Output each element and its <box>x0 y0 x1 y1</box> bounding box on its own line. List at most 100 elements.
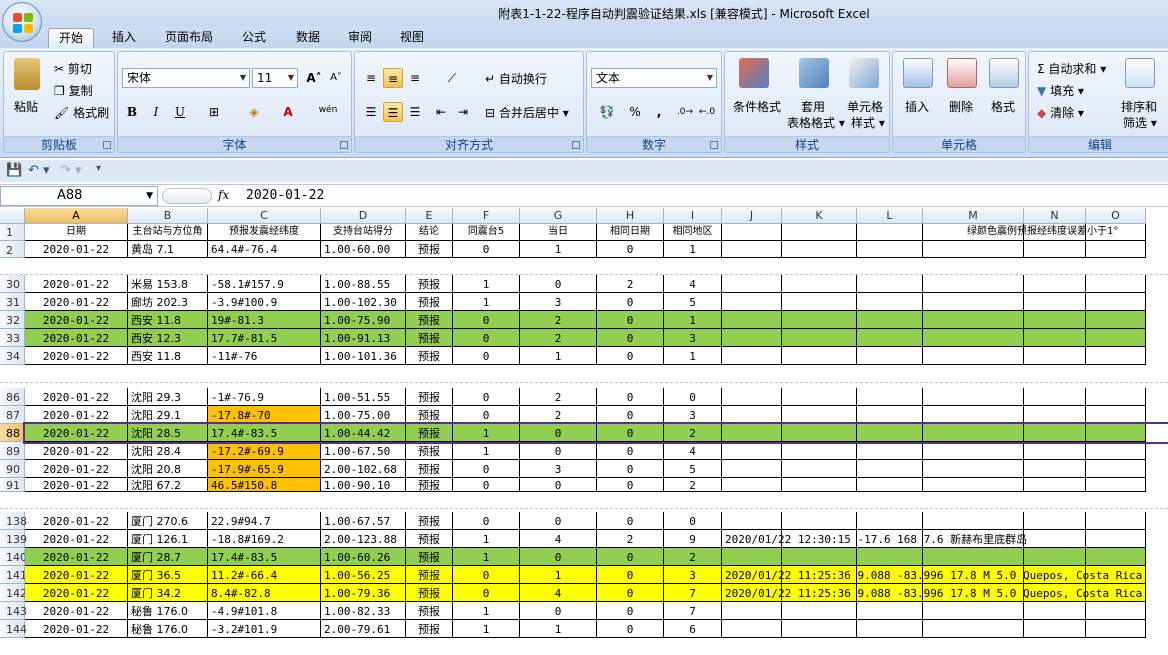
cell-f[interactable]: 1 <box>453 424 520 442</box>
cell-g[interactable]: 0 <box>520 275 597 293</box>
format-cells-button[interactable]: 格式 <box>991 98 1015 115</box>
cell-h[interactable]: 0 <box>597 424 664 442</box>
row-header[interactable]: 140 <box>0 548 27 566</box>
cell-n[interactable] <box>1024 548 1086 566</box>
row-header[interactable]: 2 <box>0 241 25 258</box>
cell-h[interactable]: 0 <box>597 584 664 602</box>
row-header[interactable]: 88 <box>0 424 25 442</box>
column-header-g[interactable]: G <box>520 208 597 224</box>
cell-d[interactable]: 1.00-44.42 <box>321 424 406 442</box>
cell-d[interactable]: 1.00-60.26 <box>321 548 406 566</box>
cell-a[interactable]: 2020-01-22 <box>25 424 128 442</box>
decrease-decimal-icon[interactable]: ←.0 <box>697 102 717 122</box>
align-middle-icon[interactable]: ≡ <box>383 68 403 88</box>
cell-o[interactable] <box>1086 548 1146 566</box>
cell-h[interactable]: 0 <box>597 442 664 460</box>
cell-n[interactable] <box>1024 388 1086 406</box>
tab-formulas[interactable]: 公式 <box>232 28 276 48</box>
cell-d[interactable]: 1.00-79.36 <box>321 584 406 602</box>
cell-g[interactable]: 0 <box>520 442 597 460</box>
cell-o[interactable] <box>1086 275 1146 293</box>
header-cell-i[interactable]: 相同地区 <box>664 224 722 241</box>
formula-input[interactable]: 2020-01-22 <box>246 188 324 203</box>
cell-g[interactable]: 0 <box>520 512 597 530</box>
cell-e[interactable]: 预报 <box>406 566 453 584</box>
cell-j[interactable] <box>722 460 782 478</box>
name-box[interactable]: A88 ▼ <box>0 186 158 206</box>
cell-m[interactable] <box>923 311 1024 329</box>
cell-f[interactable]: 1 <box>453 548 520 566</box>
cell-g[interactable]: 2 <box>520 406 597 424</box>
cell-b[interactable]: 厦门 126.1 <box>128 530 208 548</box>
cell-k[interactable] <box>782 548 857 566</box>
cell-k[interactable] <box>782 442 857 460</box>
cell-l[interactable] <box>857 388 923 406</box>
row-header[interactable]: 143 <box>0 602 27 620</box>
cell-g[interactable]: 2 <box>520 311 597 329</box>
row-header[interactable]: 32 <box>0 311 25 329</box>
cell-l[interactable] <box>857 311 923 329</box>
cell-f[interactable]: 0 <box>453 241 520 258</box>
row-header[interactable]: 138 <box>0 512 27 530</box>
cell-a[interactable]: 2020-01-22 <box>25 530 128 548</box>
cell-a[interactable]: 2020-01-22 <box>25 406 128 424</box>
cell-n[interactable] <box>1024 478 1086 492</box>
cell-i[interactable]: 9 <box>664 530 722 548</box>
cell-m[interactable] <box>923 424 1024 442</box>
cell-e[interactable]: 预报 <box>406 388 453 406</box>
cell-j[interactable] <box>722 241 782 258</box>
cell-e[interactable]: 预报 <box>406 602 453 620</box>
cell-f[interactable]: 0 <box>453 347 520 365</box>
cell-o[interactable] <box>1086 424 1146 442</box>
cell-a[interactable]: 2020-01-22 <box>25 512 128 530</box>
cell-c[interactable]: 46.5#150.8 <box>208 478 321 492</box>
cell-h[interactable]: 0 <box>597 347 664 365</box>
cell-h[interactable]: 0 <box>597 311 664 329</box>
cell-e[interactable]: 预报 <box>406 512 453 530</box>
column-header-e[interactable]: E <box>406 208 453 224</box>
cell-i[interactable]: 0 <box>664 512 722 530</box>
cell-h[interactable]: 0 <box>597 388 664 406</box>
header-cell-h[interactable]: 相同日期 <box>597 224 664 241</box>
cell-d[interactable]: 2.00-79.61 <box>321 620 406 638</box>
cell-b[interactable]: 廊坊 202.3 <box>128 293 208 311</box>
cell-j[interactable] <box>722 424 782 442</box>
cell-c[interactable]: -58.1#157.9 <box>208 275 321 293</box>
cell-i[interactable]: 5 <box>664 293 722 311</box>
tab-home[interactable]: 开始 <box>48 28 94 48</box>
cell-a[interactable]: 2020-01-22 <box>25 329 128 347</box>
cell-n[interactable] <box>1024 424 1086 442</box>
row-header[interactable]: 86 <box>0 388 25 406</box>
orientation-icon[interactable]: ⟋ <box>437 68 467 88</box>
cell-h[interactable]: 0 <box>597 406 664 424</box>
cell-l[interactable] <box>857 275 923 293</box>
cell-l[interactable] <box>857 548 923 566</box>
font-color-icon[interactable]: A <box>278 102 298 122</box>
cell-f[interactable]: 1 <box>453 442 520 460</box>
conditional-format-button[interactable]: 条件格式 <box>733 98 781 115</box>
cell-f[interactable]: 1 <box>453 275 520 293</box>
cell-h[interactable]: 0 <box>597 293 664 311</box>
header-cell-b[interactable]: 主台站与方位角 <box>128 224 208 241</box>
cell-k[interactable] <box>782 424 857 442</box>
cell-h[interactable]: 0 <box>597 478 664 492</box>
cell-n[interactable] <box>1024 442 1086 460</box>
number-launcher[interactable] <box>710 141 718 149</box>
cell-i[interactable]: 5 <box>664 460 722 478</box>
cell-n[interactable] <box>1024 275 1086 293</box>
row-header[interactable]: 31 <box>0 293 25 311</box>
cell-o[interactable] <box>1086 311 1146 329</box>
cell-g[interactable]: 0 <box>520 478 597 492</box>
align-left-icon[interactable]: ☰ <box>361 102 381 122</box>
row-header[interactable]: 142 <box>0 584 27 602</box>
cell-j[interactable] <box>722 311 782 329</box>
cell-f[interactable]: 0 <box>453 388 520 406</box>
font-launcher[interactable] <box>340 141 348 149</box>
cell-a[interactable]: 2020-01-22 <box>25 347 128 365</box>
column-header-m[interactable]: M <box>923 208 1024 224</box>
cell-h[interactable]: 0 <box>597 512 664 530</box>
font-name-combo[interactable]: 宋体 ▼ <box>122 68 250 88</box>
cell-h[interactable]: 2 <box>597 275 664 293</box>
clipboard-launcher[interactable] <box>103 141 111 149</box>
cell-b[interactable]: 沈阳 28.4 <box>128 442 208 460</box>
